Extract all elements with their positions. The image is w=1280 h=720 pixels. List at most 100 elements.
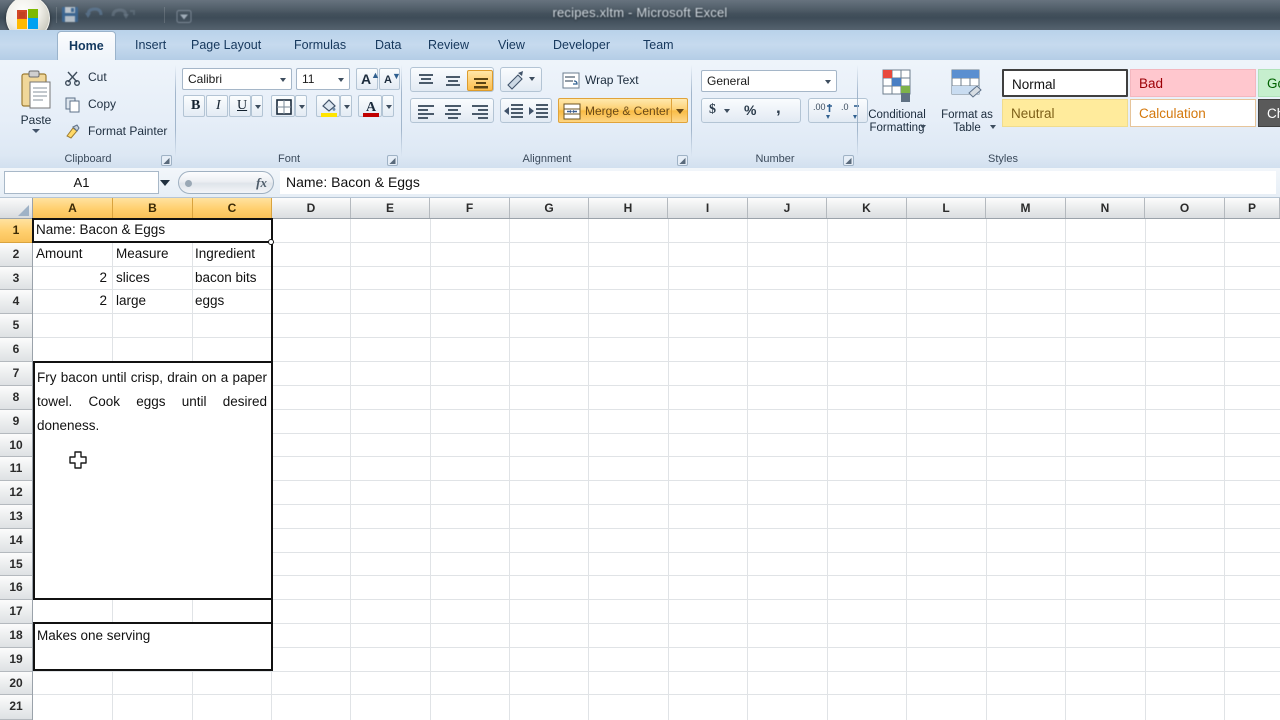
cell-style-good[interactable]: Good	[1258, 69, 1280, 97]
align-bottom-button[interactable]	[467, 70, 493, 91]
row-header-20[interactable]: 20	[0, 672, 32, 695]
column-header-g[interactable]: G	[510, 198, 589, 218]
chevron-down-icon[interactable]	[338, 78, 344, 82]
percent-button[interactable]: %	[744, 102, 756, 118]
column-header-n[interactable]: N	[1066, 198, 1145, 218]
row-header-5[interactable]: 5	[0, 314, 32, 338]
currency-button[interactable]: $	[709, 102, 716, 118]
tab-view[interactable]: View	[487, 32, 536, 60]
column-header-f[interactable]: F	[430, 198, 510, 218]
paste-button[interactable]: Paste	[10, 65, 62, 145]
decrease-font-size-button[interactable]: A ▼	[379, 68, 401, 90]
tab-formulas[interactable]: Formulas	[283, 32, 357, 60]
wrap-text-button[interactable]: Wrap Text	[558, 68, 688, 92]
formula-bar-buttons[interactable]: fx	[178, 171, 274, 194]
row-header-8[interactable]: 8	[0, 386, 32, 410]
number-dialog-launcher[interactable]: ◢	[843, 155, 854, 166]
name-box[interactable]: A1	[4, 171, 159, 194]
underline-dropdown[interactable]	[251, 95, 263, 117]
font-color-dropdown[interactable]	[382, 95, 394, 117]
column-header-a[interactable]: A	[33, 198, 113, 218]
merge-and-center-button[interactable]: Merge & Center	[558, 98, 672, 123]
tab-developer[interactable]: Developer	[542, 32, 621, 60]
font-dialog-launcher[interactable]: ◢	[387, 155, 398, 166]
bold-button[interactable]: B	[183, 95, 205, 117]
cell-a18[interactable]: Makes one serving	[37, 628, 269, 648]
font-size-input[interactable]: 11	[296, 68, 350, 90]
row-header-21[interactable]: 21	[0, 695, 32, 720]
cell-b3[interactable]: slices	[116, 270, 190, 289]
row-header-14[interactable]: 14	[0, 529, 32, 553]
row-header-16[interactable]: 16	[0, 576, 32, 600]
row-header-3[interactable]: 3	[0, 267, 32, 290]
increase-indent-button[interactable]	[527, 101, 551, 122]
italic-button[interactable]: I	[206, 95, 228, 117]
align-middle-button[interactable]	[440, 70, 466, 91]
cell-c3[interactable]: bacon bits	[195, 270, 271, 289]
align-left-button[interactable]	[413, 101, 439, 122]
column-header-e[interactable]: E	[351, 198, 430, 218]
column-header-m[interactable]: M	[986, 198, 1066, 218]
cell-a2[interactable]: Amount	[36, 246, 110, 265]
copy-button[interactable]: Copy	[62, 93, 116, 115]
row-header-7[interactable]: 7	[0, 362, 32, 386]
cell-c4[interactable]: eggs	[195, 293, 271, 312]
font-name-input[interactable]: Calibri	[182, 68, 292, 90]
chevron-down-icon[interactable]	[825, 80, 831, 84]
format-as-table-button[interactable]: Format as Table	[934, 65, 1000, 134]
fill-color-dropdown[interactable]	[340, 95, 352, 117]
font-color-button[interactable]: A	[358, 95, 382, 117]
row-header-12[interactable]: 12	[0, 481, 32, 505]
row-header-9[interactable]: 9	[0, 410, 32, 434]
formula-input[interactable]: Name: Bacon & Eggs	[280, 171, 1276, 194]
row-header-11[interactable]: 11	[0, 457, 32, 481]
cell-a7[interactable]: Fry bacon until crisp, drain on a paper …	[37, 366, 267, 437]
conditional-formatting-button[interactable]: Conditional Formatting	[862, 65, 932, 134]
cell-style-calculation[interactable]: Calculation	[1130, 99, 1256, 127]
column-header-d[interactable]: D	[272, 198, 351, 218]
cut-button[interactable]: Cut	[62, 66, 107, 88]
row-header-15[interactable]: 15	[0, 553, 32, 576]
cancel-icon[interactable]	[185, 180, 192, 187]
cell-a3[interactable]: 2	[36, 270, 107, 289]
format-painter-button[interactable]: Format Painter	[62, 120, 167, 142]
column-header-c[interactable]: C	[193, 198, 272, 218]
fill-color-button[interactable]	[316, 95, 340, 117]
chevron-down-icon[interactable]	[280, 78, 286, 82]
borders-button[interactable]	[271, 95, 295, 117]
cell-b4[interactable]: large	[116, 293, 190, 312]
tab-home[interactable]: Home	[57, 31, 116, 61]
row-header-10[interactable]: 10	[0, 434, 32, 457]
underline-button[interactable]: U	[229, 95, 251, 117]
increase-font-size-button[interactable]: A ▲	[356, 68, 380, 90]
currency-dropdown[interactable]	[724, 109, 730, 113]
alignment-dialog-launcher[interactable]: ◢	[677, 155, 688, 166]
column-header-l[interactable]: L	[907, 198, 986, 218]
row-header-4[interactable]: 4	[0, 290, 32, 314]
row-header-18[interactable]: 18	[0, 624, 32, 648]
tab-data[interactable]: Data	[364, 32, 412, 60]
cell-style-check-cell[interactable]: Check Cell	[1258, 99, 1280, 127]
select-all-button[interactable]	[0, 198, 33, 218]
column-header-p[interactable]: P	[1225, 198, 1280, 218]
row-header-19[interactable]: 19	[0, 648, 32, 672]
cell-c2[interactable]: Ingredient	[195, 246, 271, 265]
insert-function-icon[interactable]: fx	[256, 175, 267, 191]
format-as-table-dropdown[interactable]	[990, 125, 996, 129]
row-header-13[interactable]: 13	[0, 505, 32, 529]
decrease-indent-button[interactable]	[502, 101, 526, 122]
borders-dropdown[interactable]	[295, 95, 307, 117]
row-header-6[interactable]: 6	[0, 338, 32, 362]
align-center-button[interactable]	[440, 101, 466, 122]
name-box-dropdown-icon[interactable]	[160, 180, 170, 186]
align-right-button[interactable]	[467, 101, 493, 122]
row-header-1[interactable]: 1	[0, 219, 32, 243]
column-header-h[interactable]: H	[589, 198, 668, 218]
orientation-dropdown[interactable]	[529, 77, 535, 81]
tab-insert[interactable]: Insert	[124, 32, 177, 60]
tab-team[interactable]: Team	[632, 32, 685, 60]
increase-decimal-icon[interactable]: .00	[813, 102, 835, 120]
column-header-k[interactable]: K	[827, 198, 907, 218]
cell-a1[interactable]: Name: Bacon & Eggs	[36, 222, 268, 241]
cell-a4[interactable]: 2	[36, 293, 107, 312]
